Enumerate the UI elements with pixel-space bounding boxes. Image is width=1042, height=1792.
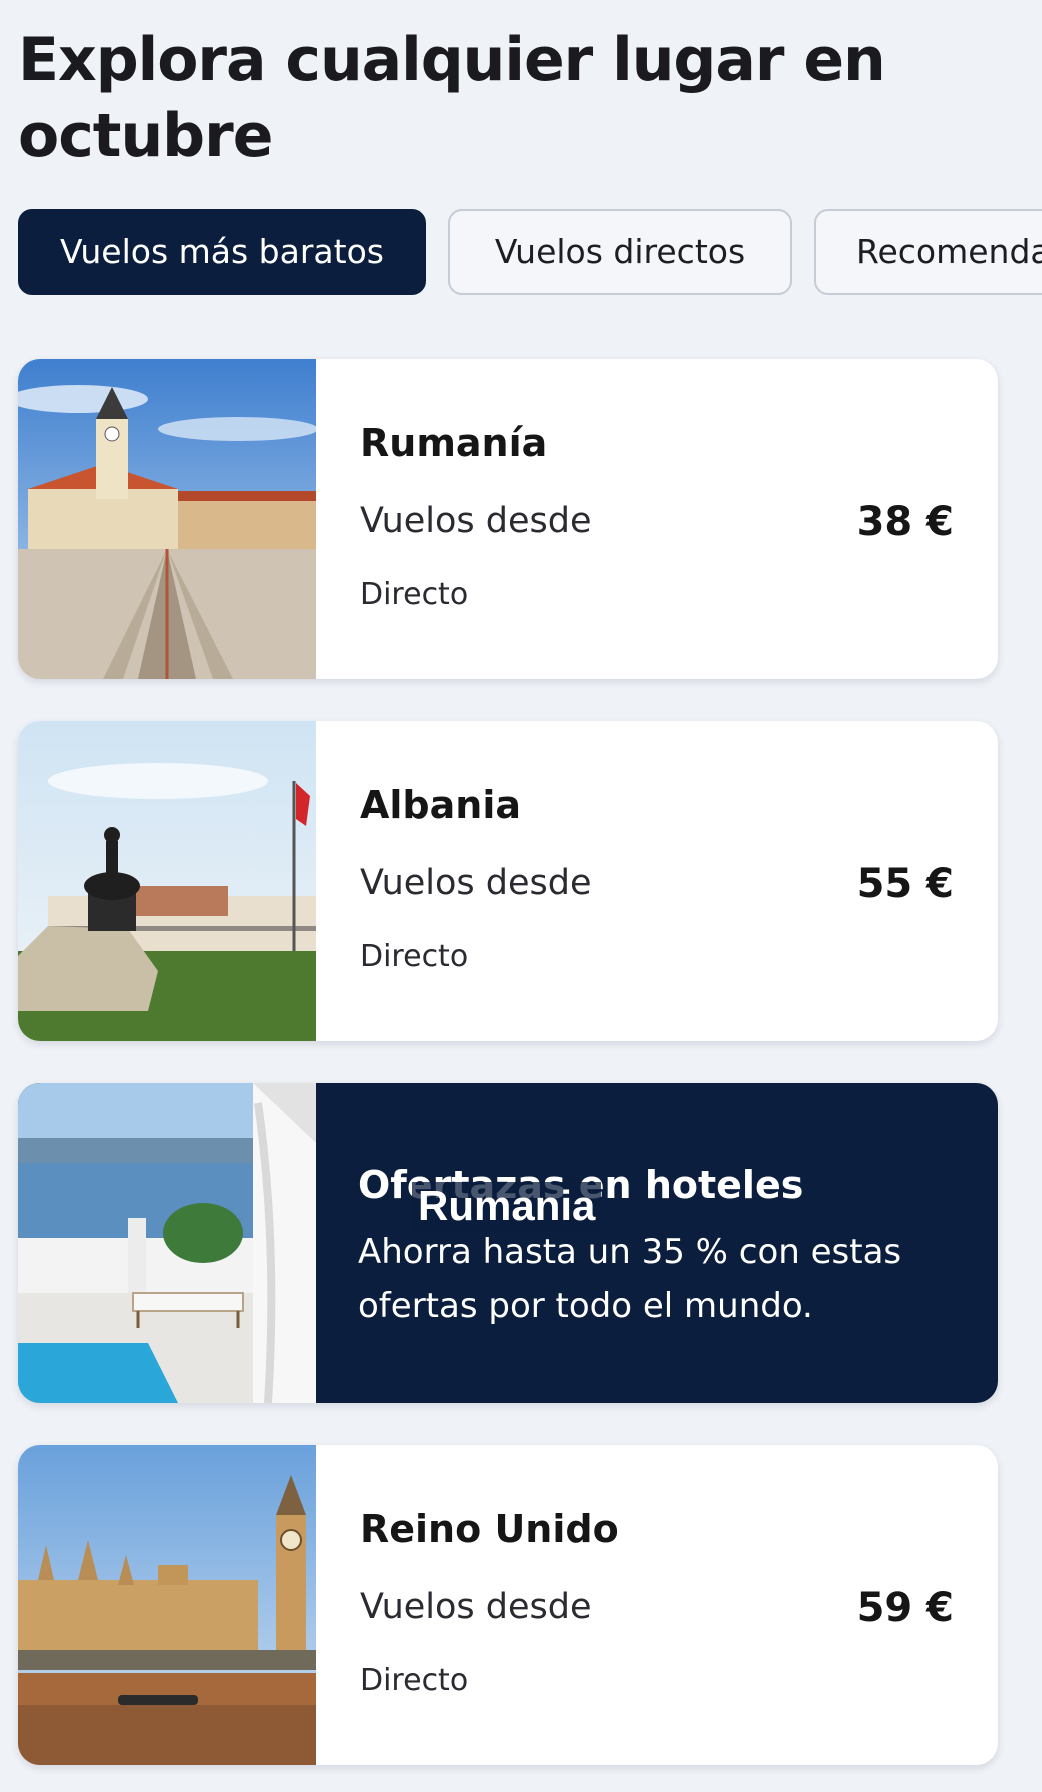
stops-label: Directo xyxy=(360,577,469,612)
hotel-deals-banner[interactable]: Ofertazas en hoteles Ahorra hasta un 35 … xyxy=(18,1083,998,1403)
promo-image-hotel xyxy=(18,1083,316,1403)
stops-label: Directo xyxy=(360,939,469,974)
price-label: 55 € xyxy=(856,861,954,907)
destination-name: Reino Unido xyxy=(360,1507,619,1551)
destination-card-united-kingdom[interactable]: Reino Unido Vuelos desde Directo 59 € xyxy=(18,1445,998,1765)
destination-image-romania xyxy=(18,359,316,679)
flights-from-label: Vuelos desde xyxy=(360,1587,592,1627)
flights-from-label: Vuelos desde xyxy=(360,501,592,541)
destination-card-romania[interactable]: Rumanía Vuelos desde Directo 38 € xyxy=(18,359,998,679)
promo-text: Ahorra hasta un 35 % con estas ofertas p… xyxy=(358,1232,902,1326)
destination-image-albania xyxy=(18,721,316,1041)
destination-name: Albania xyxy=(360,783,521,827)
filter-tabs: Vuelos más baratos Vuelos directos Recom… xyxy=(18,209,1042,295)
price-label: 59 € xyxy=(856,1585,954,1631)
price-label: 38 € xyxy=(856,499,954,545)
page-title: Explora cualquier lugar en octubre xyxy=(18,25,886,171)
destination-image-united-kingdom xyxy=(18,1445,316,1765)
tab-recommended[interactable]: Recomenda xyxy=(814,209,1042,295)
tab-direct-flights[interactable]: Vuelos directos xyxy=(448,209,792,295)
stops-label: Directo xyxy=(360,1663,469,1698)
destination-card-albania[interactable]: Albania Vuelos desde Directo 55 € xyxy=(18,721,998,1041)
tab-cheapest-flights[interactable]: Vuelos más baratos xyxy=(18,209,426,295)
video-caption-overlay: Rumania xyxy=(412,1182,602,1230)
explore-page: Explora cualquier lugar en octubre Vuelo… xyxy=(0,0,1042,1792)
flights-from-label: Vuelos desde xyxy=(360,863,592,903)
destination-name: Rumanía xyxy=(360,421,548,465)
